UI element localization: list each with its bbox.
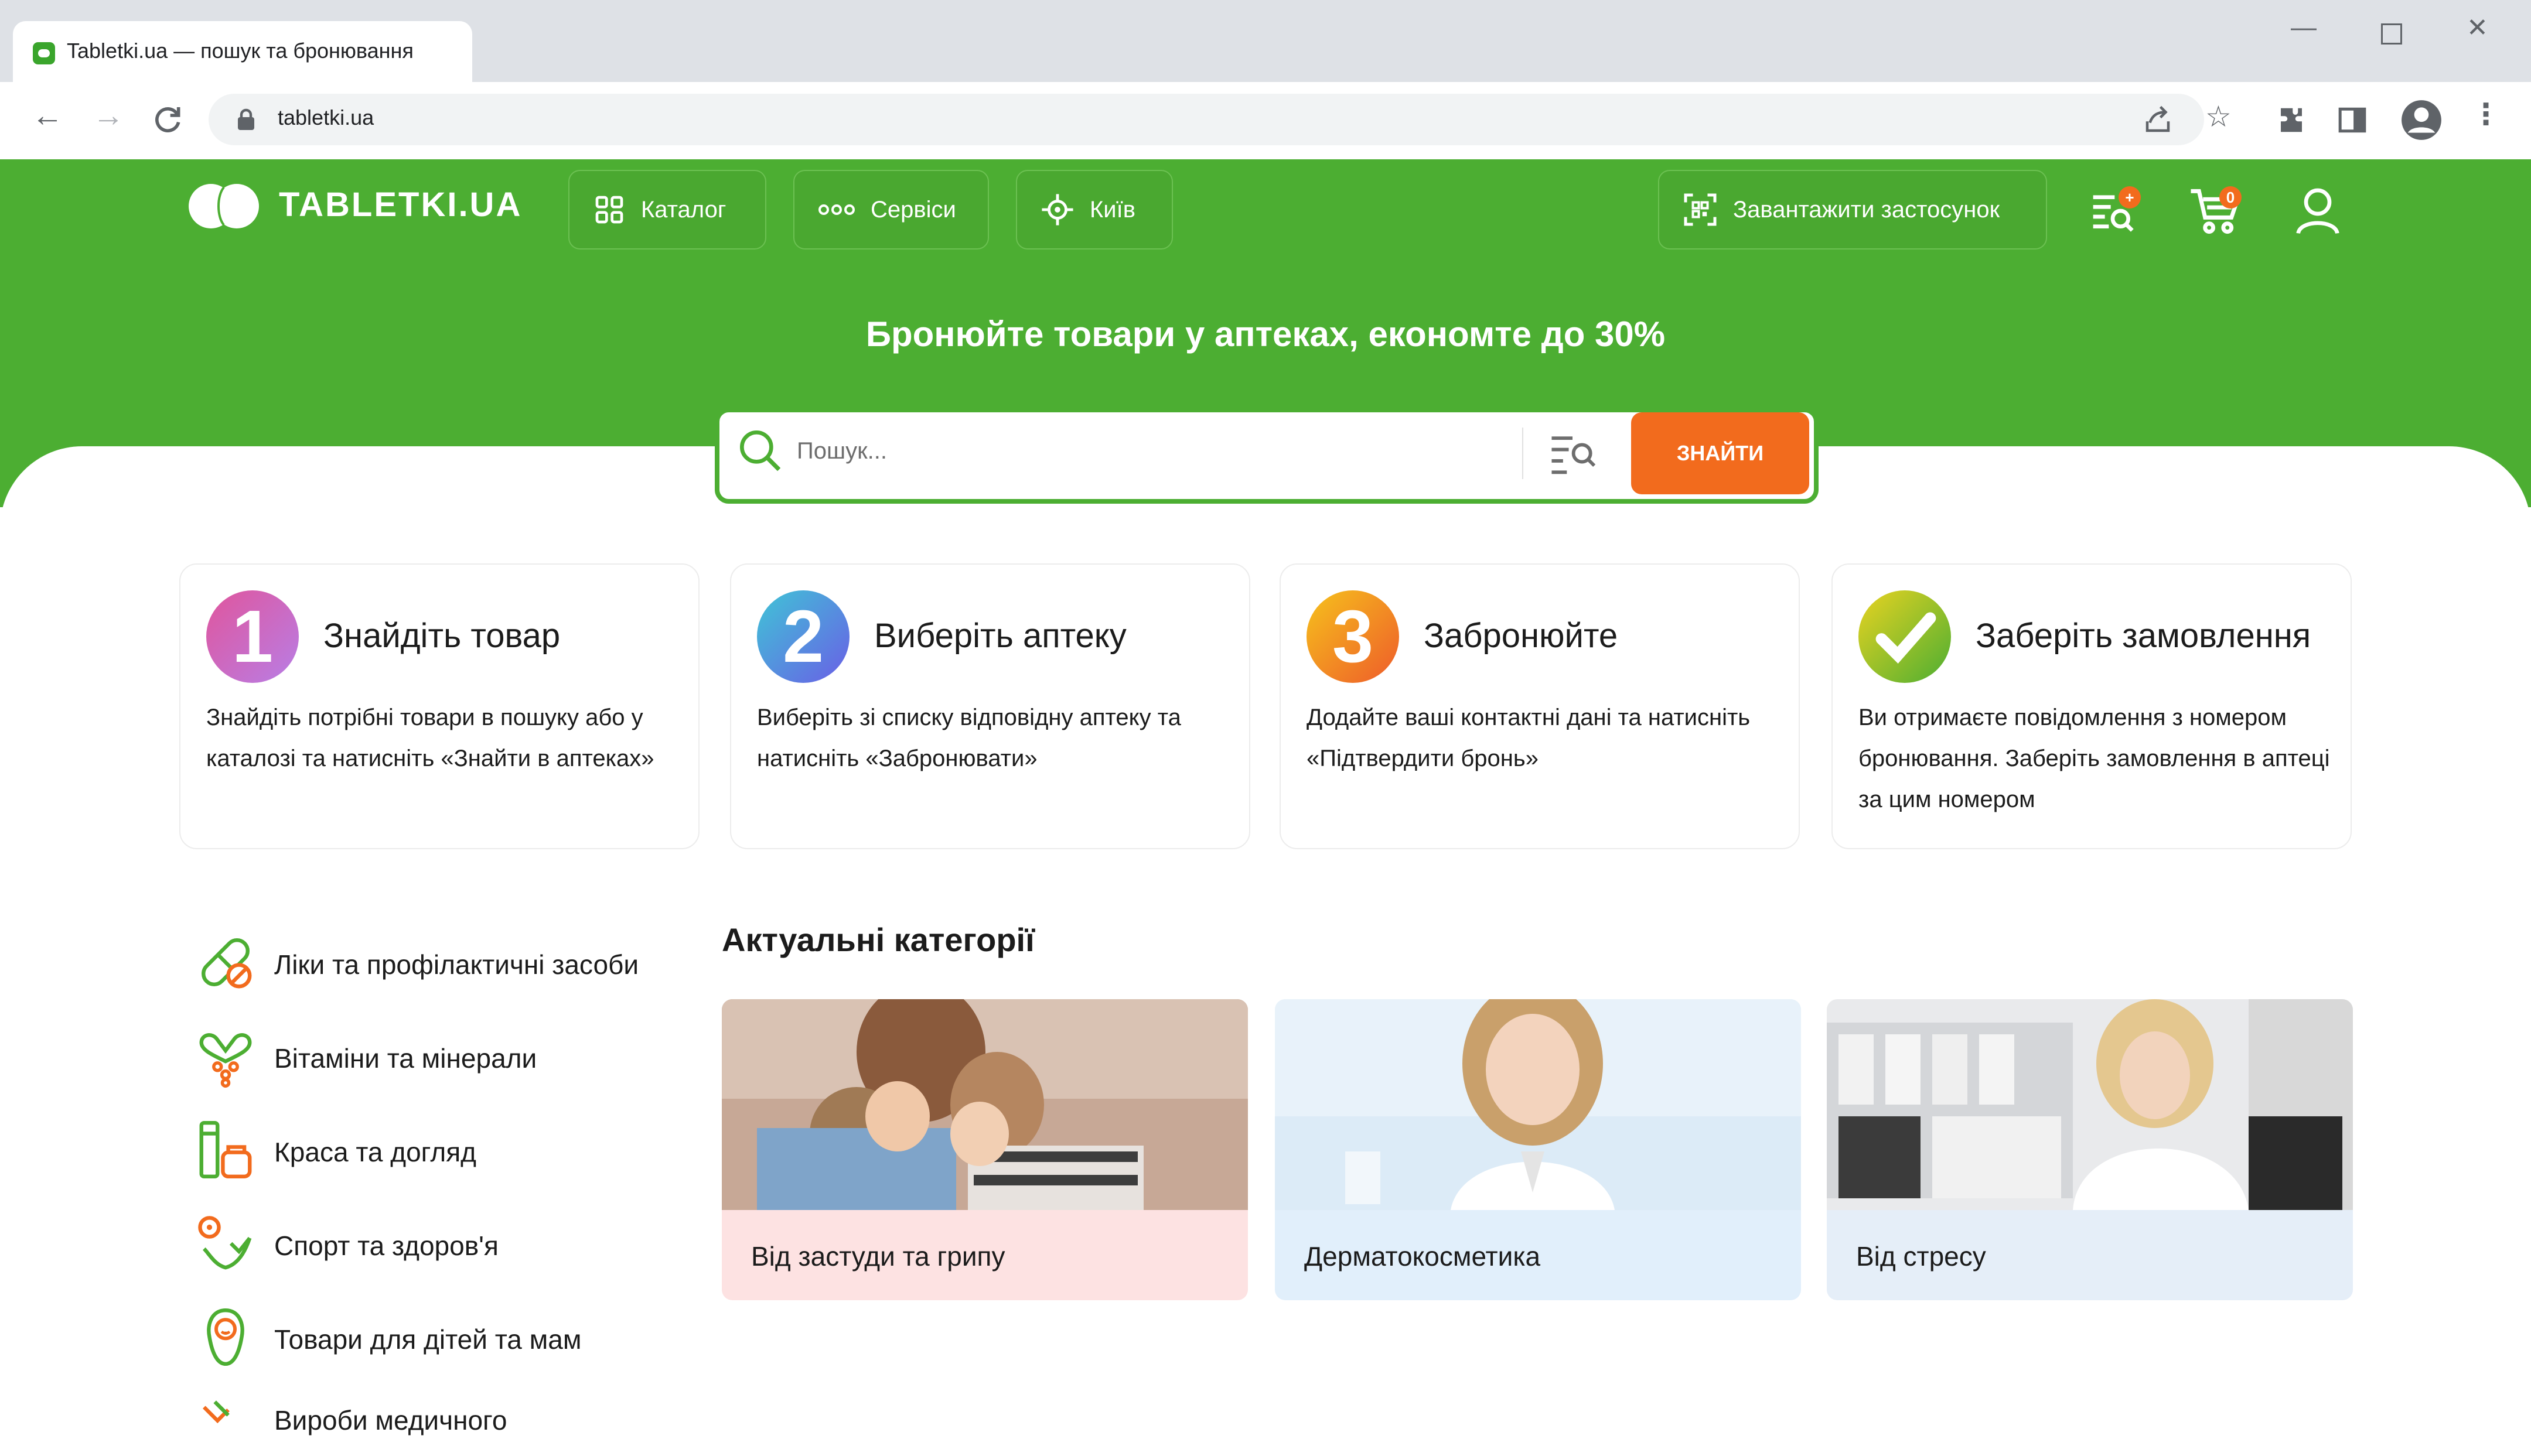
cart-count-badge: 0 <box>2219 186 2242 209</box>
sidebar-item-label: Товари для дітей та мам <box>274 1324 582 1355</box>
step-number-badge: 2 <box>757 590 850 683</box>
step-description: Виберіть зі списку відповідну аптеку та … <box>757 705 1181 771</box>
category-label: Від застуди та грипу <box>751 1241 1005 1272</box>
checkmark-icon <box>1875 612 1936 664</box>
pill-icon <box>202 938 252 989</box>
lock-icon <box>238 108 254 130</box>
vitamins-icon <box>199 1033 252 1088</box>
category-label-bar: Дерматокосметика <box>1275 1210 1801 1300</box>
url-text[interactable]: tabletki.ua <box>278 105 374 130</box>
dots-icon <box>818 203 855 217</box>
medical-icon <box>203 1400 230 1424</box>
close-window-icon[interactable]: ✕ <box>2467 13 2488 43</box>
step-card-find: 1 Знайдіть товар Знайдіть потрібні товар… <box>179 563 700 849</box>
category-image <box>722 999 1248 1210</box>
download-app-label: Завантажити застосунок <box>1733 196 2000 223</box>
sidebar-item-label: Ліки та профілактичні засоби <box>274 949 639 980</box>
tab-favicon-icon <box>33 42 55 64</box>
hero-title: Бронюйте товари у аптеках, економте до 3… <box>865 315 1666 354</box>
step-description: Ви отримаєте повідомлення з номером брон… <box>1858 705 2330 812</box>
category-image <box>1275 999 1801 1210</box>
step-card-pickup: Заберіть замовлення Ви отримаєте повідом… <box>1831 563 2352 849</box>
category-image <box>1827 999 2353 1210</box>
category-card-dermacosmetics[interactable]: Дерматокосметика <box>1275 999 1801 1300</box>
minimize-icon[interactable]: — <box>2291 13 2317 42</box>
city-button[interactable]: Київ <box>1016 170 1173 249</box>
category-label-bar: Від стресу <box>1827 1210 2353 1300</box>
sidebar-item-beauty[interactable]: Краса та догляд <box>193 1117 721 1188</box>
sidebar-item-label: Спорт та здоров'я <box>274 1231 499 1261</box>
sidebar-item-medical[interactable]: Вироби медичного <box>193 1386 721 1456</box>
services-button[interactable]: Сервіси <box>793 170 989 249</box>
sidebar-item-medicines[interactable]: Ліки та профілактичні засоби <box>193 930 721 1000</box>
catalog-label: Каталог <box>641 196 726 223</box>
reload-icon[interactable] <box>151 103 184 136</box>
step-title: Виберіть аптеку <box>874 617 1127 655</box>
services-label: Сервіси <box>871 196 956 223</box>
user-icon[interactable] <box>2294 186 2341 235</box>
step-description: Знайдіть потрібні товари в пошуку або у … <box>206 705 654 771</box>
baby-icon <box>207 1308 244 1366</box>
step-card-reserve: 3 Забронюйте Додайте ваші контактні дані… <box>1280 563 1800 849</box>
sidebar-item-label: Вироби медичного <box>274 1405 507 1436</box>
step-number-badge: 3 <box>1307 590 1399 683</box>
step-title: Забронюйте <box>1424 617 1618 655</box>
cosmetics-icon <box>199 1120 252 1179</box>
sidebar-item-label: Вітаміни та мінерали <box>274 1043 537 1074</box>
logo-text[interactable]: TABLETKI.UA <box>279 185 522 224</box>
step-number-badge <box>1858 590 1951 683</box>
step-description: Додайте ваші контактні дані та натисніть… <box>1307 705 1751 771</box>
sidebar-item-sport[interactable]: Спорт та здоров'я <box>193 1211 721 1281</box>
category-label: Від стресу <box>1856 1241 1986 1272</box>
address-bar[interactable] <box>209 94 2204 145</box>
download-app-button[interactable]: Завантажити застосунок <box>1658 170 2047 249</box>
profile-icon[interactable] <box>2400 98 2443 142</box>
category-label: Дерматокосметика <box>1304 1241 1541 1272</box>
forward-icon[interactable]: → <box>93 97 124 134</box>
side-panel-icon[interactable] <box>2338 105 2367 135</box>
city-label: Київ <box>1090 196 1136 223</box>
search-divider <box>1522 428 1523 479</box>
tab-title: Tabletki.ua — пошук та бронювання <box>67 39 414 63</box>
catalog-button[interactable]: Каталог <box>568 170 766 249</box>
extensions-icon[interactable] <box>2276 104 2307 136</box>
logo-icon[interactable] <box>187 183 260 230</box>
step-card-pharmacy: 2 Виберіть аптеку Виберіть зі списку від… <box>730 563 1250 849</box>
category-card-cold-flu[interactable]: Від застуди та грипу <box>722 999 1248 1300</box>
qr-code-icon <box>1683 192 1718 227</box>
grid-icon <box>593 193 626 226</box>
step-title: Знайдіть товар <box>323 617 561 655</box>
share-icon[interactable] <box>2142 104 2174 136</box>
sidebar-item-label: Краса та догляд <box>274 1137 477 1167</box>
browser-menu-icon[interactable]: ⋮ <box>2471 97 2501 131</box>
category-card-stress[interactable]: Від стресу <box>1827 999 2353 1300</box>
advanced-search-icon[interactable] <box>1548 430 1597 477</box>
search-submit-button[interactable]: ЗНАЙТИ <box>1631 412 1809 494</box>
sidebar-item-kids[interactable]: Товари для дітей та мам <box>193 1305 721 1375</box>
search-icon <box>740 430 781 471</box>
bookmark-star-icon[interactable]: ☆ <box>2205 100 2232 134</box>
category-label-bar: Від застуди та грипу <box>722 1210 1248 1300</box>
sport-icon <box>198 1216 252 1270</box>
sidebar-item-vitamins[interactable]: Вітаміни та мінерали <box>193 1024 721 1094</box>
back-icon[interactable]: ← <box>32 97 63 134</box>
search-input[interactable]: Пошук... <box>797 438 887 464</box>
search-list-badge: + <box>2119 186 2141 209</box>
maximize-icon[interactable] <box>2381 23 2402 45</box>
categories-title: Актуальні категорії <box>722 921 1035 958</box>
step-title: Заберіть замовлення <box>1976 617 2311 655</box>
step-number-badge: 1 <box>206 590 299 683</box>
location-target-icon <box>1041 193 1075 227</box>
